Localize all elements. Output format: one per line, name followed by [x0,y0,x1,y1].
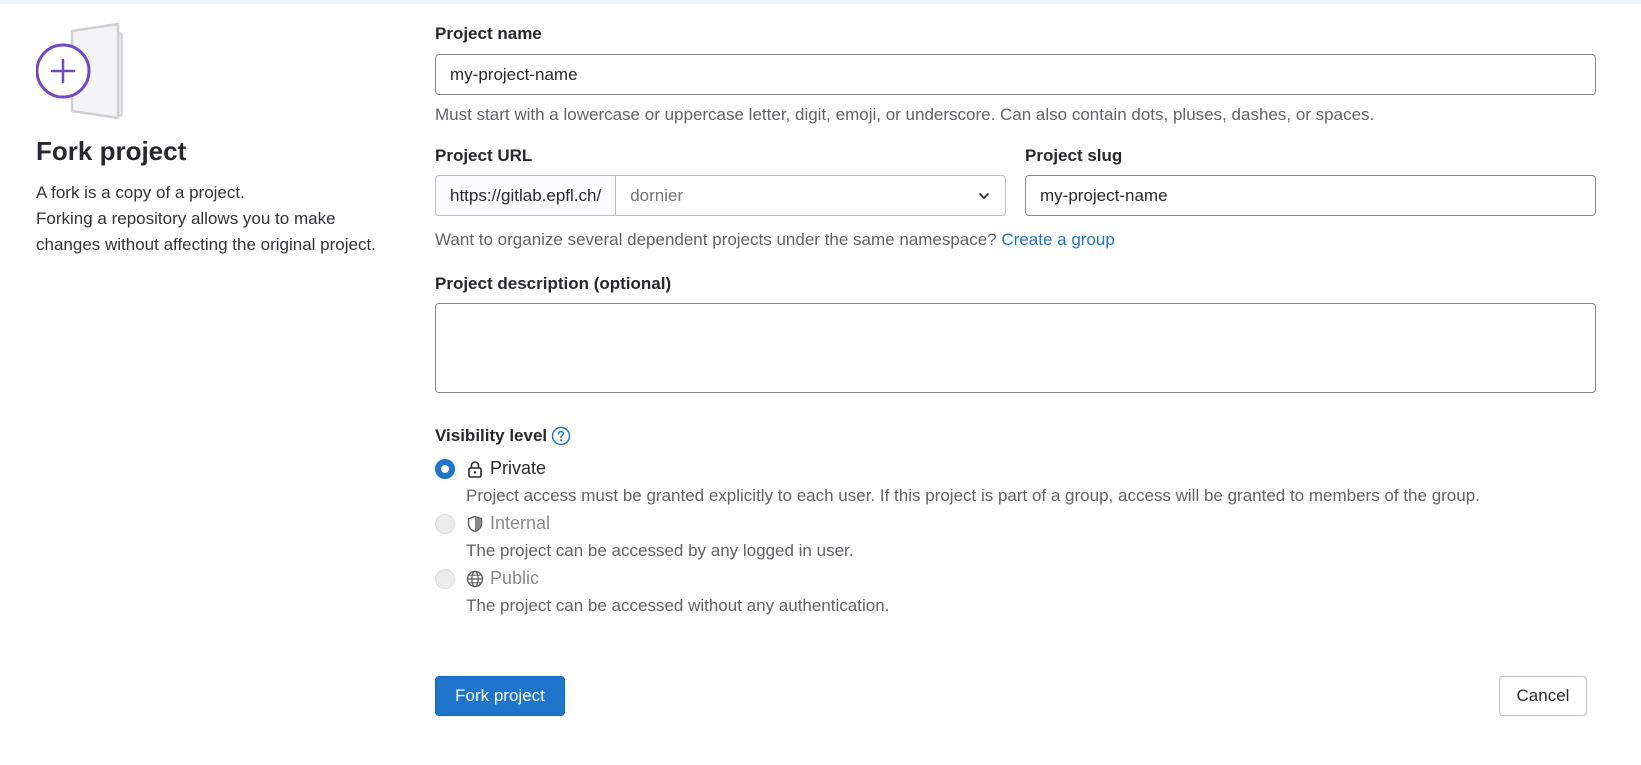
project-description-textarea[interactable] [435,303,1596,393]
chevron-down-icon [977,189,991,203]
public-radio[interactable] [435,568,455,589]
visibility-label: Visibility level [435,426,548,445]
internal-label: Internal [490,513,551,533]
private-label: Private [490,458,547,478]
project-slug-input[interactable] [1025,175,1596,216]
project-url-label: Project URL [435,146,533,165]
visibility-label-row: Visibility level [435,426,571,446]
lock-icon [466,460,484,478]
question-icon[interactable] [551,426,571,446]
project-description-label: Project description (optional) [435,274,672,293]
project-name-help: Must start with a lowercase or uppercase… [435,105,1375,124]
fork-illustration-icon [35,22,138,126]
top-border [0,0,1641,4]
internal-description: The project can be accessed by any logge… [466,541,854,560]
private-description: Project access must be granted explicitl… [466,486,1480,505]
public-label: Public [490,568,540,588]
visibility-option-private[interactable]: Private [435,458,546,479]
cancel-button[interactable]: Cancel [1499,676,1587,716]
url-prefix: https://gitlab.epfl.ch/ [435,175,616,216]
project-name-label: Project name [435,24,542,43]
project-slug-label: Project slug [1025,146,1123,165]
public-description: The project can be accessed without any … [466,596,890,615]
fork-description-line: A fork is a copy of a project. [36,183,245,202]
visibility-option-public[interactable]: Public [435,568,539,589]
namespace-help: Want to organize several dependent proje… [435,230,1115,250]
project-url-group: https://gitlab.epfl.ch/ dornier [435,175,1006,216]
globe-icon [466,570,484,588]
shield-icon [466,515,484,533]
fork-description-line: Forking a repository allows you to make … [36,209,376,254]
create-group-link[interactable]: Create a group [1001,230,1114,249]
visibility-option-internal[interactable]: Internal [435,513,550,534]
fork-description: A fork is a copy of a project. Forking a… [36,180,376,258]
namespace-help-text: Want to organize several dependent proje… [435,230,997,249]
namespace-value: dornier [630,185,684,205]
internal-radio[interactable] [435,513,455,534]
page-title: Fork project [36,136,187,166]
namespace-select[interactable]: dornier [615,175,1006,216]
private-radio[interactable] [435,458,455,479]
fork-project-button[interactable]: Fork project [435,676,565,716]
project-name-input[interactable] [435,54,1596,95]
